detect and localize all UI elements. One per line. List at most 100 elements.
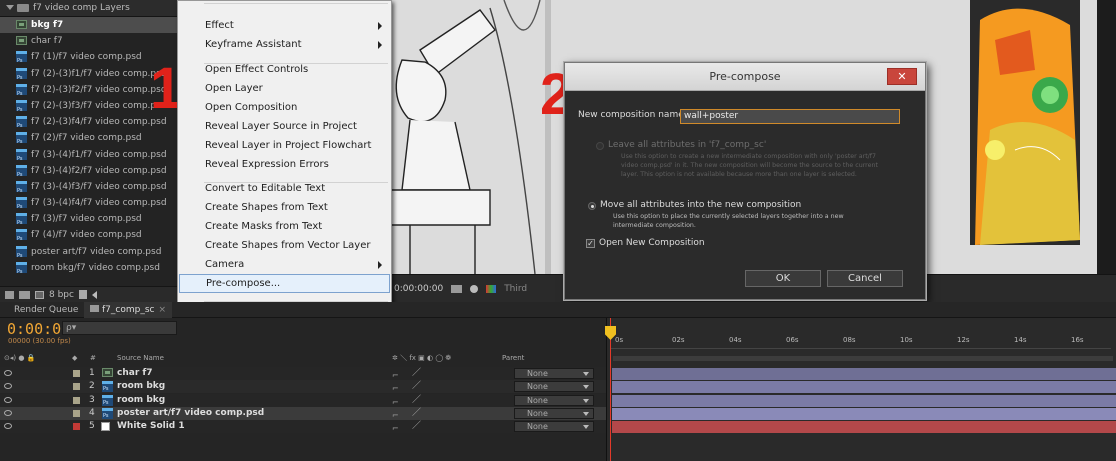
parent-select[interactable]: None xyxy=(514,421,594,433)
menu-item-effect[interactable]: Effect xyxy=(179,16,390,35)
visibility-eye-icon[interactable] xyxy=(4,383,12,390)
parent-select[interactable]: None xyxy=(514,407,594,419)
tab-close-icon[interactable]: × xyxy=(158,305,166,315)
project-item[interactable]: f7 (3)-(4)f1/f7 video comp.psd xyxy=(0,147,179,163)
menu-item-convert-to-editable-text[interactable]: Convert to Editable Text xyxy=(179,179,390,198)
layer-name[interactable]: room bkg xyxy=(117,394,165,407)
visibility-eye-icon[interactable] xyxy=(4,370,12,376)
menu-item-label: Pre-compose... xyxy=(206,278,281,289)
menu-item-keyframe-assistant[interactable]: Keyframe Assistant xyxy=(179,35,390,54)
layer-duration-bar[interactable] xyxy=(612,421,1116,434)
camera-icon[interactable] xyxy=(451,284,463,293)
timeline-search-input[interactable]: ρ▾ xyxy=(62,321,177,335)
new-comp-icon[interactable] xyxy=(35,290,44,299)
expand-triangle-icon[interactable] xyxy=(6,5,14,10)
label-color-swatch[interactable] xyxy=(73,409,80,417)
dialog-close-button[interactable]: ✕ xyxy=(887,68,917,85)
menu-item-create-shapes-from-vector-layer[interactable]: Create Shapes from Vector Layer xyxy=(179,236,390,255)
quality-switch-icon[interactable]: ／ xyxy=(412,407,421,420)
label-color-swatch[interactable] xyxy=(73,396,80,404)
layer-duration-bar[interactable] xyxy=(612,407,1116,420)
project-item[interactable]: f7 (3)-(4)f3/f7 video comp.psd xyxy=(0,179,179,195)
layer-row[interactable]: 4 poster art/f7 video comp.psd ⌐ ／ None xyxy=(0,406,606,423)
time-ruler[interactable] xyxy=(611,327,1111,349)
project-item[interactable]: f7 (2)/f7 video comp.psd xyxy=(0,130,179,147)
color-channel-icon[interactable] xyxy=(486,284,497,293)
source-name-header[interactable]: Source Name xyxy=(117,352,164,365)
quality-switch-icon[interactable]: ／ xyxy=(412,380,421,393)
menu-item-create-masks-from-text[interactable]: Create Masks from Text xyxy=(179,217,390,236)
quality-switch-icon[interactable]: ／ xyxy=(412,367,421,380)
project-bottom-bar: 8 bpc xyxy=(0,286,180,302)
menu-item-camera[interactable]: Camera xyxy=(179,255,390,274)
label-color-swatch[interactable] xyxy=(73,383,80,391)
leave-attributes-radio[interactable] xyxy=(596,142,604,150)
viewer-timecode[interactable]: 0:00:00:00 xyxy=(394,284,443,294)
scroll-left-icon[interactable] xyxy=(91,290,97,299)
project-item[interactable]: char f7 xyxy=(0,33,179,49)
quality-switch-icon[interactable]: ／ xyxy=(412,394,421,407)
view-layout-select[interactable]: Third xyxy=(504,284,527,294)
ok-button[interactable]: OK xyxy=(745,270,821,287)
project-item[interactable]: f7 (3)-(4)f2/f7 video comp.psd xyxy=(0,163,179,179)
project-item[interactable]: poster art/f7 video comp.psd xyxy=(0,244,179,260)
composition-icon xyxy=(102,368,113,377)
interpret-footage-icon[interactable] xyxy=(5,290,14,299)
new-folder-icon[interactable] xyxy=(19,290,30,299)
project-item[interactable]: f7 (3)-(4)f4/f7 video comp.psd xyxy=(0,195,179,211)
project-item-label: f7 (3)/f7 video comp.psd xyxy=(31,214,142,225)
open-new-composition-checkbox[interactable]: ✓ xyxy=(586,239,595,248)
menu-item-label: Open Effect Controls xyxy=(205,64,309,75)
composition-name-input[interactable]: wall+poster xyxy=(680,109,900,124)
parent-header[interactable]: Parent xyxy=(502,352,524,365)
menu-item-reveal-expression-errors[interactable]: Reveal Expression Errors xyxy=(179,155,390,174)
layer-row[interactable]: 3 room bkg ⌐ ／ None xyxy=(0,393,606,410)
label-header-icon: ◆ xyxy=(72,354,78,362)
layer-row[interactable]: 2 room bkg ⌐ ／ None xyxy=(0,380,606,396)
menu-item-open-effect-controls[interactable]: Open Effect Controls xyxy=(179,60,390,79)
visibility-eye-icon[interactable] xyxy=(4,423,12,430)
trash-icon[interactable] xyxy=(78,290,87,299)
visibility-eye-icon[interactable] xyxy=(4,396,12,403)
project-item[interactable]: f7 (4)/f7 video comp.psd xyxy=(0,227,179,244)
shy-switch-icon[interactable]: ⌐ xyxy=(392,422,399,435)
tab-comp[interactable]: f7_comp_sc × xyxy=(84,302,173,318)
layer-row[interactable]: 1 char f7 ⌐ ／ None xyxy=(0,367,606,380)
show-snapshot-icon[interactable] xyxy=(470,284,479,293)
project-item[interactable]: f7 (3)/f7 video comp.psd xyxy=(0,211,179,227)
label-color-swatch[interactable] xyxy=(73,370,80,377)
layer-name[interactable]: room bkg xyxy=(117,380,165,393)
layer-duration-bar[interactable] xyxy=(612,368,1116,380)
visibility-eye-icon[interactable] xyxy=(4,409,12,416)
label-color-swatch[interactable] xyxy=(73,423,80,431)
parent-select[interactable]: None xyxy=(514,368,594,379)
psd-file-icon xyxy=(16,164,27,179)
layer-name[interactable]: char f7 xyxy=(117,367,153,380)
menu-top-separator xyxy=(204,3,388,4)
viewer-right-edge xyxy=(1097,0,1116,274)
layer-duration-bar[interactable] xyxy=(612,394,1116,407)
layer-name[interactable]: poster art/f7 video comp.psd xyxy=(117,407,264,420)
layer-name[interactable]: White Solid 1 xyxy=(117,420,185,433)
quality-switch-icon[interactable]: ／ xyxy=(412,420,421,433)
parent-select[interactable]: None xyxy=(514,381,594,393)
menu-item-reveal-layer-in-project-flowchart[interactable]: Reveal Layer in Project Flowchart xyxy=(179,136,390,155)
cancel-button[interactable]: Cancel xyxy=(827,270,903,287)
layer-duration-bar[interactable] xyxy=(612,381,1116,394)
parent-select[interactable]: None xyxy=(514,394,594,406)
project-item-label: f7 (4)/f7 video comp.psd xyxy=(31,230,142,241)
tab-render-queue[interactable]: Render Queue xyxy=(8,302,84,318)
menu-item-create-shapes-from-text[interactable]: Create Shapes from Text xyxy=(179,198,390,217)
menu-item-reveal-layer-source-in-project[interactable]: Reveal Layer Source in Project xyxy=(179,117,390,136)
move-attributes-radio[interactable] xyxy=(588,202,596,210)
project-item[interactable]: bkg f7 xyxy=(0,17,179,34)
project-item[interactable]: room bkg/f7 video comp.psd xyxy=(0,260,179,276)
menu-item-pre-compose[interactable]: Pre-compose... xyxy=(179,274,390,293)
bpc-button[interactable]: 8 bpc xyxy=(49,290,74,300)
layer-row[interactable]: 5 White Solid 1 ⌐ ／ None xyxy=(0,420,606,435)
ruler-tick-label: 06s xyxy=(786,336,799,344)
project-folder[interactable]: f7 video comp Layers xyxy=(0,0,179,17)
work-area-bar[interactable] xyxy=(613,356,1113,361)
menu-item-open-composition[interactable]: Open Composition xyxy=(179,98,390,117)
menu-item-open-layer[interactable]: Open Layer xyxy=(179,79,390,98)
